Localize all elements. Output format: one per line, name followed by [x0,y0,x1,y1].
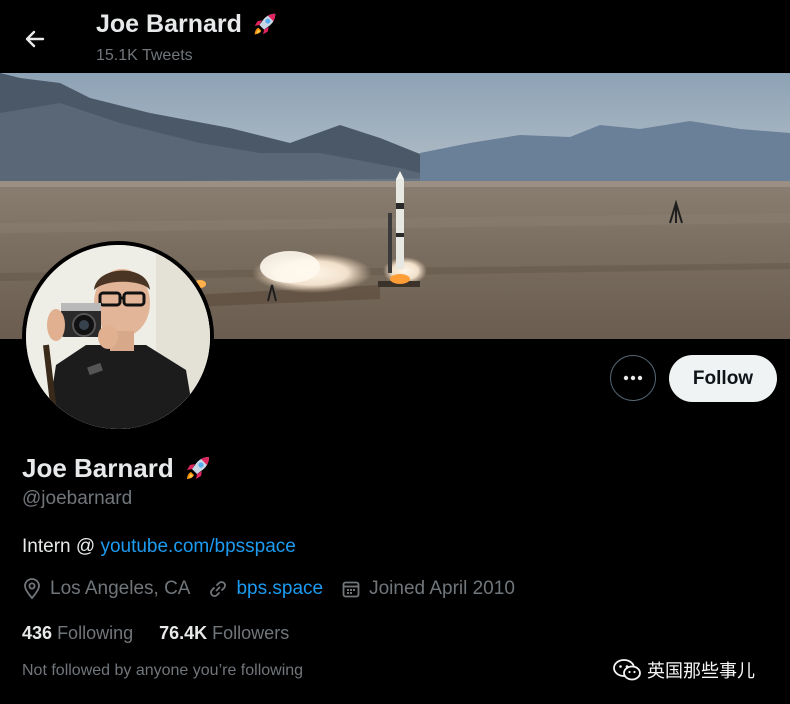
profile-meta: Los Angeles, CA bps.space Joined April 2… [22,578,533,600]
followers-label: Followers [212,623,290,643]
not-followed-note: Not followed by anyone you’re following [22,662,304,679]
profile-handle: @joebarnard [22,488,133,509]
header-name: Joe Barnard [96,9,280,39]
rocket-icon [186,457,209,479]
watermark: 英国那些事儿 [613,657,755,683]
bio-link[interactable]: youtube.com/bpsspace [100,536,295,557]
joined-text: Joined April 2010 [369,578,515,599]
arrow-left-icon [25,30,45,48]
website-link[interactable]: bps.space [236,578,323,600]
display-name-text: Joe Barnard [22,452,174,483]
header-name-text: Joe Barnard [96,9,242,38]
rocket-icon [254,13,276,35]
wechat-icon [613,659,641,681]
following-stat[interactable]: 436 Following [22,623,133,644]
more-dots-icon [623,375,643,381]
more-options-button[interactable] [610,355,656,401]
top-bar: Joe Barnard 15.1K Tweets [0,0,790,73]
followers-count: 76.4K [159,623,208,643]
calendar-icon [342,581,360,598]
tweet-count: 15.1K Tweets [96,47,193,64]
location-text: Los Angeles, CA [50,578,191,599]
watermark-text: 英国那些事儿 [647,661,755,682]
following-count: 436 [22,623,53,643]
bio-text: Intern @ [22,536,101,557]
profile-avatar[interactable] [22,241,214,433]
profile-bio: Intern @ youtube.com/bpsspace [22,536,296,558]
back-button[interactable] [18,22,52,56]
followers-stat[interactable]: 76.4K Followers [159,623,289,644]
avatar-image [26,245,210,429]
location-item: Los Angeles, CA [22,578,190,600]
follow-button[interactable]: Follow [669,355,777,402]
profile-display-name: Joe Barnard [22,452,214,484]
link-icon [210,581,227,597]
website-item: bps.space [208,578,323,600]
location-pin-icon [24,578,40,600]
follow-stats: 436 Following 76.4K Followers [22,623,289,644]
joined-item: Joined April 2010 [341,578,515,600]
following-label: Following [57,623,134,643]
